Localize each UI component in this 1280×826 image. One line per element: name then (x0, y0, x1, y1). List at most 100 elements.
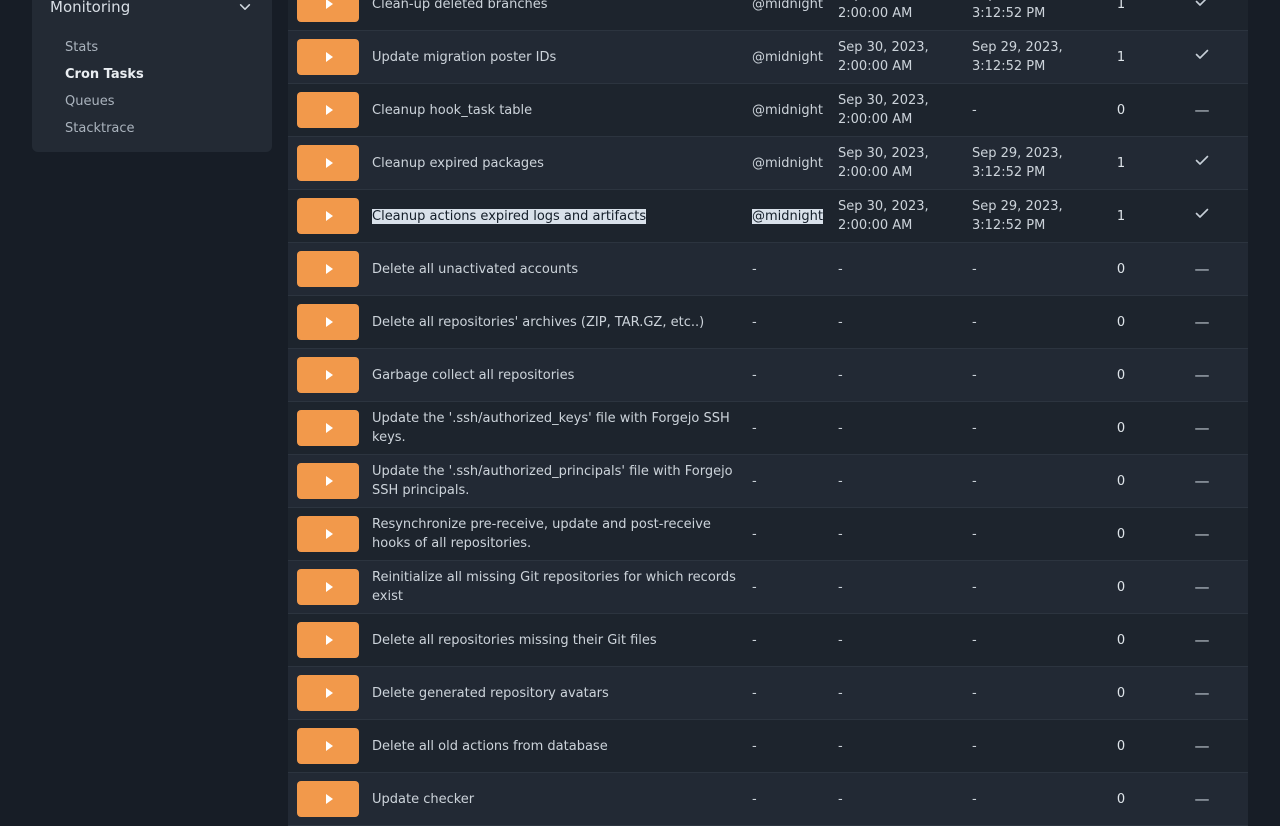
run-task-button[interactable] (297, 145, 359, 181)
task-prev-run: - (972, 313, 1106, 332)
play-icon (326, 635, 333, 645)
run-cell (288, 198, 372, 234)
task-prev-run: - (972, 578, 1106, 597)
task-next-run: - (838, 578, 972, 597)
task-schedule: @midnight (752, 0, 838, 14)
task-status (1136, 152, 1248, 174)
success-check-icon (1194, 152, 1210, 174)
task-status: — (1136, 313, 1248, 332)
table-row: Update the '.ssh/authorized_keys' file w… (288, 402, 1248, 455)
task-schedule: - (752, 472, 838, 491)
run-task-button[interactable] (297, 569, 359, 605)
task-name: Cleanup expired packages (372, 154, 752, 173)
task-next-run: Sep 30, 2023, 2:00:00 AM (838, 38, 972, 76)
task-name: Delete all old actions from database (372, 737, 752, 756)
table-row: Update the '.ssh/authorized_principals' … (288, 455, 1248, 508)
task-prev-run: - (972, 101, 1106, 120)
task-next-run: - (838, 790, 972, 809)
run-cell (288, 145, 372, 181)
task-exec-count: 0 (1106, 472, 1136, 491)
monitoring-menu-header[interactable]: Monitoring (32, 0, 272, 28)
task-schedule-text: - (752, 686, 757, 701)
no-run-dash: — (1195, 631, 1210, 650)
run-task-button[interactable] (297, 728, 359, 764)
play-icon (326, 105, 333, 115)
task-name-text: Update checker (372, 792, 474, 807)
task-name-text: Cleanup hook_task table (372, 103, 532, 118)
task-name-text: Delete all repositories missing their Gi… (372, 633, 657, 648)
play-icon (326, 264, 333, 274)
task-schedule: @midnight (752, 154, 838, 173)
run-cell (288, 569, 372, 605)
run-task-button[interactable] (297, 198, 359, 234)
task-prev-run: Sep 29, 2023, 3:12:52 PM (972, 38, 1106, 76)
run-cell (288, 463, 372, 499)
task-schedule: - (752, 366, 838, 385)
task-schedule: - (752, 578, 838, 597)
run-task-button[interactable] (297, 675, 359, 711)
task-schedule-text: - (752, 262, 757, 277)
task-exec-count: 0 (1106, 631, 1136, 650)
task-status: — (1136, 260, 1248, 279)
task-name: Update migration poster IDs (372, 48, 752, 67)
no-run-dash: — (1195, 525, 1210, 544)
task-exec-count: 0 (1106, 313, 1136, 332)
task-schedule-text: @midnight (752, 209, 823, 224)
task-exec-count: 0 (1106, 366, 1136, 385)
success-check-icon (1194, 46, 1210, 68)
monitoring-menu-items: StatsCron TasksQueuesStacktrace (32, 34, 272, 142)
task-name: Update the '.ssh/authorized_keys' file w… (372, 409, 752, 447)
play-icon (326, 794, 333, 804)
task-next-run: - (838, 684, 972, 703)
task-schedule-text: - (752, 474, 757, 489)
task-schedule: - (752, 260, 838, 279)
task-exec-count: 0 (1106, 525, 1136, 544)
run-task-button[interactable] (297, 304, 359, 340)
task-next-run: - (838, 260, 972, 279)
task-prev-run: - (972, 737, 1106, 756)
task-prev-run: - (972, 366, 1106, 385)
run-task-button[interactable] (297, 251, 359, 287)
run-task-button[interactable] (297, 0, 359, 22)
task-status: — (1136, 578, 1248, 597)
play-icon (326, 211, 333, 221)
table-row: Garbage collect all repositories---0— (288, 349, 1248, 402)
run-task-button[interactable] (297, 781, 359, 817)
run-task-button[interactable] (297, 39, 359, 75)
task-prev-run: - (972, 631, 1106, 650)
sidebar-item-queues[interactable]: Queues (32, 88, 272, 115)
sidebar-item-stats[interactable]: Stats (32, 34, 272, 61)
task-status: — (1136, 472, 1248, 491)
run-task-button[interactable] (297, 92, 359, 128)
task-name: Clean-up deleted branches (372, 0, 752, 14)
task-name: Cleanup hook_task table (372, 101, 752, 120)
task-schedule: - (752, 737, 838, 756)
task-schedule-text: - (752, 792, 757, 807)
task-schedule-text: - (752, 633, 757, 648)
task-name-text: Delete all unactivated accounts (372, 262, 578, 277)
run-cell (288, 39, 372, 75)
play-icon (326, 52, 333, 62)
run-task-button[interactable] (297, 463, 359, 499)
sidebar-item-cron-tasks[interactable]: Cron Tasks (32, 61, 272, 88)
task-exec-count: 1 (1106, 0, 1136, 14)
task-prev-run: - (972, 260, 1106, 279)
play-icon (326, 0, 333, 9)
table-row: Resynchronize pre-receive, update and po… (288, 508, 1248, 561)
chevron-down-icon (238, 0, 252, 14)
task-schedule-text: - (752, 315, 757, 330)
run-task-button[interactable] (297, 516, 359, 552)
task-status (1136, 0, 1248, 15)
task-prev-run: - (972, 525, 1106, 544)
task-status: — (1136, 525, 1248, 544)
task-prev-run: Sep 29, 2023, 3:12:52 PM (972, 197, 1106, 235)
run-task-button[interactable] (297, 410, 359, 446)
task-name: Reinitialize all missing Git repositorie… (372, 568, 752, 606)
task-exec-count: 0 (1106, 790, 1136, 809)
run-task-button[interactable] (297, 622, 359, 658)
run-task-button[interactable] (297, 357, 359, 393)
task-schedule: - (752, 790, 838, 809)
task-status: — (1136, 419, 1248, 438)
task-name: Delete all repositories' archives (ZIP, … (372, 313, 752, 332)
sidebar-item-stacktrace[interactable]: Stacktrace (32, 115, 272, 142)
